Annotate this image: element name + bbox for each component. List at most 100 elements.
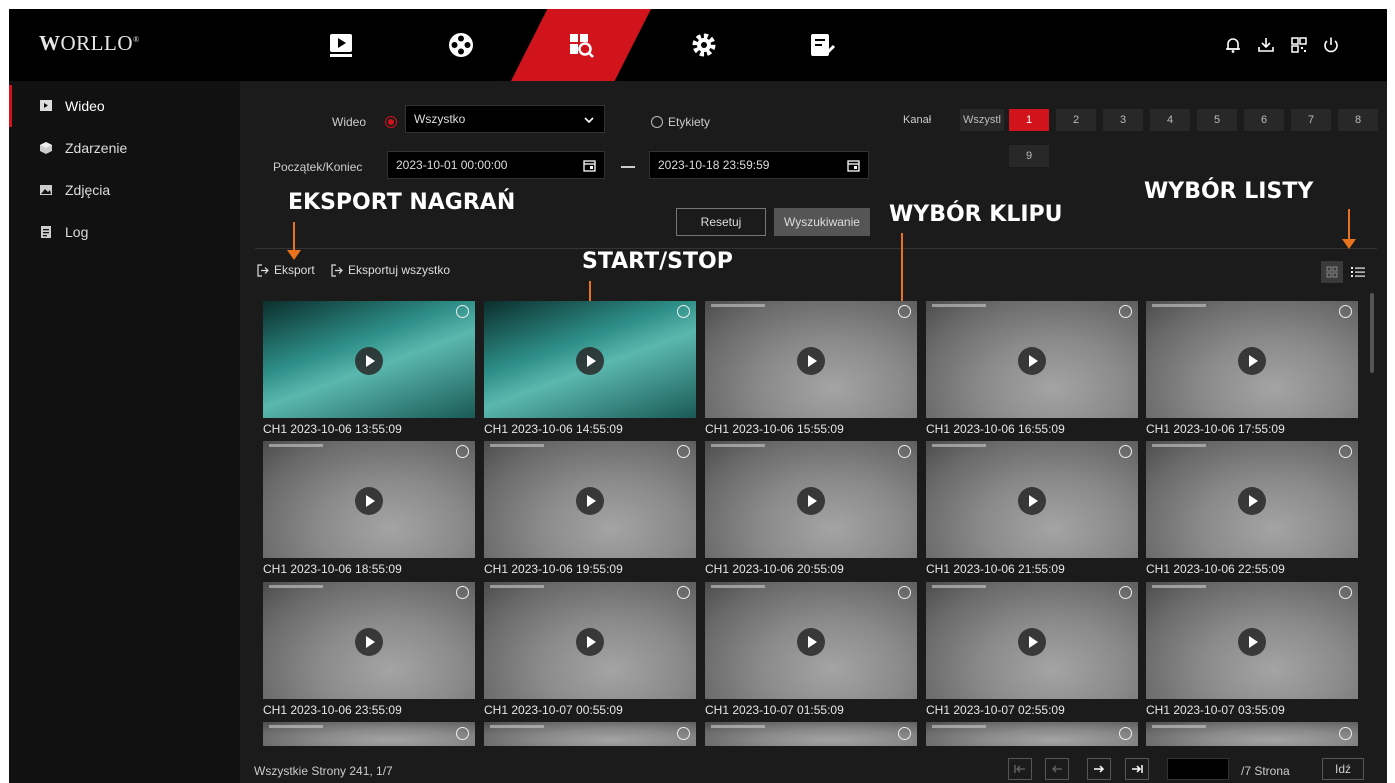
play-icon[interactable] xyxy=(355,347,383,375)
first-page-button[interactable] xyxy=(1008,758,1032,780)
channel-button-1[interactable]: 1 xyxy=(1009,109,1049,131)
clip-thumbnail[interactable] xyxy=(484,301,696,418)
calendar-icon[interactable] xyxy=(583,159,596,172)
clip-select-checkbox[interactable] xyxy=(1339,586,1352,599)
sidebar-item-photos[interactable]: Zdjęcia xyxy=(9,169,240,211)
export-all-button[interactable]: Eksportuj wszystko xyxy=(331,263,450,277)
play-icon[interactable] xyxy=(1238,347,1266,375)
clip-select-checkbox[interactable] xyxy=(1119,445,1132,458)
channel-button-7[interactable]: 7 xyxy=(1291,109,1331,131)
play-icon[interactable] xyxy=(1018,487,1046,515)
clip-thumbnail[interactable] xyxy=(926,441,1138,558)
tags-label[interactable]: Etykiety xyxy=(668,115,710,129)
clip-thumbnail[interactable] xyxy=(263,722,475,746)
clip-select-checkbox[interactable] xyxy=(1339,305,1352,318)
clip-select-checkbox[interactable] xyxy=(1339,727,1352,740)
divider xyxy=(255,248,1377,249)
clip-select-checkbox[interactable] xyxy=(1119,586,1132,599)
clip-thumbnail[interactable] xyxy=(484,582,696,699)
clip-select-checkbox[interactable] xyxy=(456,727,469,740)
sidebar-item-log[interactable]: Log xyxy=(9,211,240,253)
nav-tab-search[interactable] xyxy=(536,9,626,81)
bell-icon[interactable] xyxy=(1223,35,1243,55)
clip-thumbnail[interactable] xyxy=(263,301,475,418)
clip-thumbnail[interactable] xyxy=(263,441,475,558)
nav-tab-maintenance[interactable] xyxy=(777,9,867,81)
clip-thumbnail[interactable] xyxy=(926,722,1138,746)
channel-button-6[interactable]: 6 xyxy=(1244,109,1284,131)
clip-select-checkbox[interactable] xyxy=(677,305,690,318)
go-button[interactable]: Idź xyxy=(1322,758,1364,780)
play-icon[interactable] xyxy=(355,628,383,656)
sidebar-item-event[interactable]: Zdarzenie xyxy=(9,127,240,169)
clip-thumbnail[interactable] xyxy=(1146,582,1358,699)
play-icon[interactable] xyxy=(576,487,604,515)
channel-button-5[interactable]: 5 xyxy=(1197,109,1237,131)
power-icon[interactable] xyxy=(1321,35,1341,55)
play-icon[interactable] xyxy=(797,487,825,515)
clip-select-checkbox[interactable] xyxy=(1119,727,1132,740)
nav-tab-live[interactable] xyxy=(296,9,386,81)
clip-select-checkbox[interactable] xyxy=(456,445,469,458)
next-page-button[interactable] xyxy=(1087,758,1111,780)
clip-thumbnail[interactable] xyxy=(1146,301,1358,418)
play-icon[interactable] xyxy=(576,347,604,375)
download-icon[interactable] xyxy=(1256,35,1276,55)
video-type-select[interactable]: Wszystko xyxy=(405,105,605,133)
clip-select-checkbox[interactable] xyxy=(1119,305,1132,318)
channel-button-9[interactable]: 9 xyxy=(1009,145,1049,167)
clip-thumbnail[interactable] xyxy=(263,582,475,699)
clip-select-checkbox[interactable] xyxy=(898,727,911,740)
tags-radio[interactable] xyxy=(651,116,663,128)
clip-thumbnail[interactable] xyxy=(705,441,917,558)
nav-tab-settings[interactable] xyxy=(659,9,749,81)
play-icon[interactable] xyxy=(1018,628,1046,656)
last-page-button[interactable] xyxy=(1125,758,1149,780)
nav-tab-playback[interactable] xyxy=(416,9,506,81)
page-number-input[interactable] xyxy=(1167,758,1229,780)
scrollbar[interactable] xyxy=(1370,293,1374,373)
play-icon[interactable] xyxy=(576,628,604,656)
clip-thumbnail[interactable] xyxy=(926,582,1138,699)
clip-select-checkbox[interactable] xyxy=(898,586,911,599)
clip-thumbnail[interactable] xyxy=(484,441,696,558)
clip-thumbnail[interactable] xyxy=(926,301,1138,418)
start-time-field[interactable]: 2023-10-01 00:00:00 xyxy=(387,151,605,179)
qr-code-icon[interactable] xyxy=(1289,35,1309,55)
play-icon[interactable] xyxy=(1018,347,1046,375)
clip-select-checkbox[interactable] xyxy=(1339,445,1352,458)
channel-all-button[interactable]: Wszystl xyxy=(960,109,1004,131)
clip-thumbnail[interactable] xyxy=(705,301,917,418)
channel-button-4[interactable]: 4 xyxy=(1150,109,1190,131)
clip-select-checkbox[interactable] xyxy=(898,445,911,458)
list-view-button[interactable] xyxy=(1347,261,1369,283)
prev-page-button[interactable] xyxy=(1045,758,1069,780)
export-button[interactable]: Eksport xyxy=(257,263,315,277)
clip-thumbnail[interactable] xyxy=(1146,722,1358,746)
channel-button-3[interactable]: 3 xyxy=(1103,109,1143,131)
clip-thumbnail[interactable] xyxy=(705,722,917,746)
reset-button[interactable]: Resetuj xyxy=(676,208,766,236)
clip-select-checkbox[interactable] xyxy=(456,305,469,318)
play-icon[interactable] xyxy=(1238,487,1266,515)
clip-select-checkbox[interactable] xyxy=(677,727,690,740)
clip-thumbnail[interactable] xyxy=(705,582,917,699)
video-type-radio[interactable] xyxy=(385,116,397,128)
grid-view-button[interactable] xyxy=(1321,261,1343,283)
search-button[interactable]: Wyszukiwanie xyxy=(774,208,870,236)
calendar-icon[interactable] xyxy=(847,159,860,172)
clip-select-checkbox[interactable] xyxy=(677,586,690,599)
clip-select-checkbox[interactable] xyxy=(898,305,911,318)
play-icon[interactable] xyxy=(1238,628,1266,656)
play-icon[interactable] xyxy=(355,487,383,515)
clip-select-checkbox[interactable] xyxy=(456,586,469,599)
play-icon[interactable] xyxy=(797,628,825,656)
clip-thumbnail[interactable] xyxy=(1146,441,1358,558)
channel-button-8[interactable]: 8 xyxy=(1338,109,1378,131)
clip-select-checkbox[interactable] xyxy=(677,445,690,458)
clip-thumbnail[interactable] xyxy=(484,722,696,746)
sidebar-item-video[interactable]: Wideo xyxy=(9,85,240,127)
channel-button-2[interactable]: 2 xyxy=(1056,109,1096,131)
play-icon[interactable] xyxy=(797,347,825,375)
end-time-field[interactable]: 2023-10-18 23:59:59 xyxy=(649,151,869,179)
